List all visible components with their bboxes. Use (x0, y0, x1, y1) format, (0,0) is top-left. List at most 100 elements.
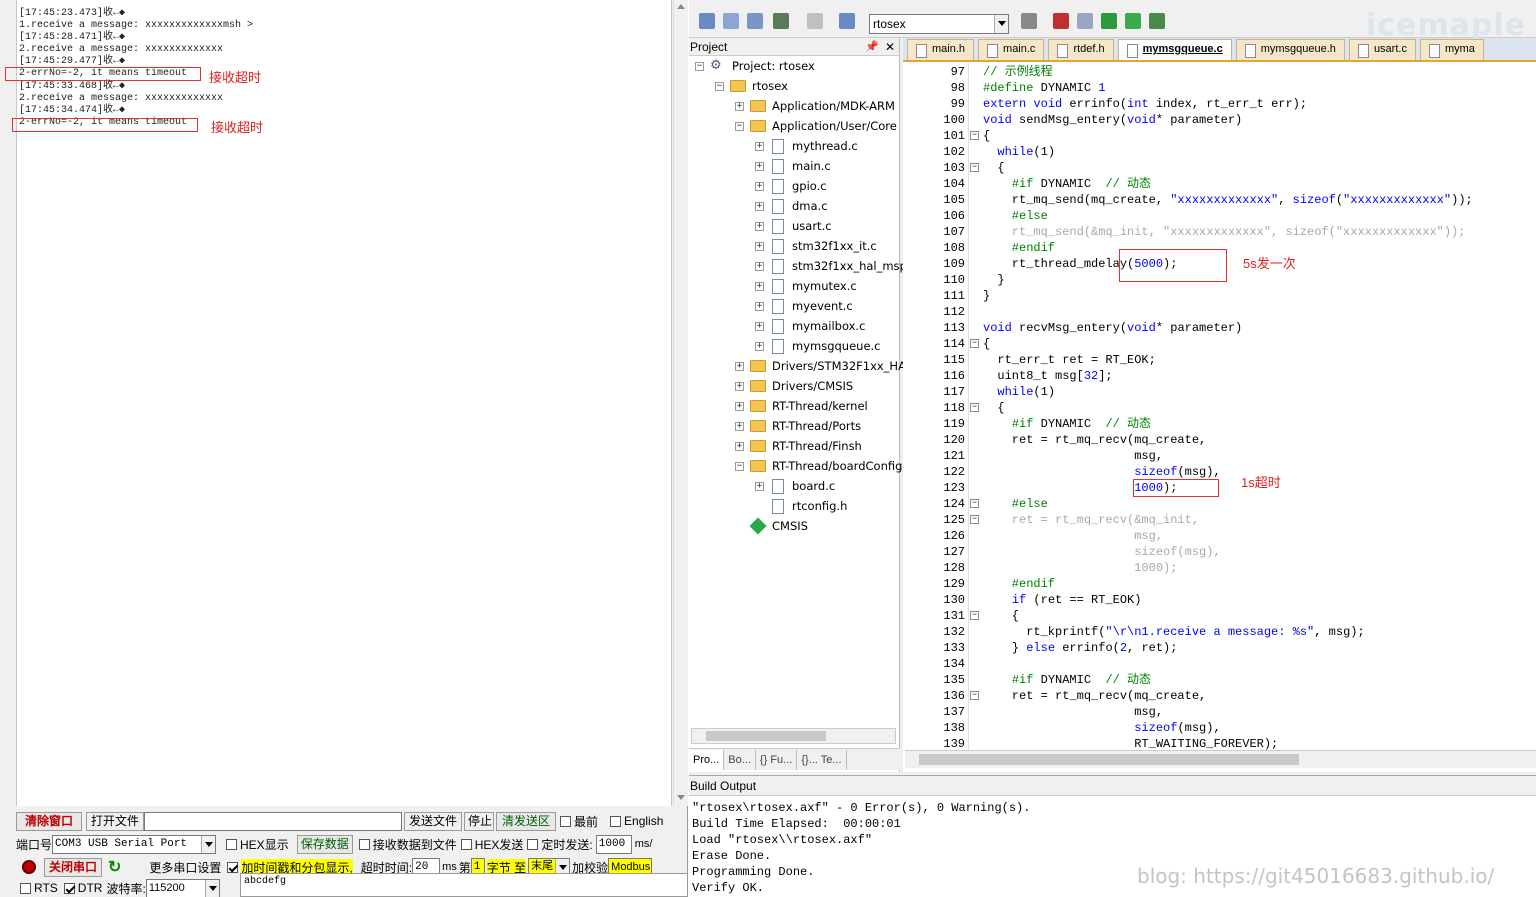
code-line[interactable]: 124− #else (903, 496, 1536, 512)
tree-item[interactable]: + main.c (755, 156, 831, 176)
code-line[interactable]: 125− ret = rt_mq_recv(&mq_init, (903, 512, 1536, 528)
code-line[interactable]: 122 sizeof(msg), (903, 464, 1536, 480)
hex-send-checkbox[interactable] (460, 838, 472, 850)
code-line[interactable]: 131− { (903, 608, 1536, 624)
expand-icon[interactable]: + (735, 101, 744, 111)
code-line[interactable]: 103− { (903, 160, 1536, 176)
open-file-button[interactable]: 打开文件 (86, 811, 144, 831)
collapse-icon[interactable]: − (735, 461, 744, 471)
timed-send-interval-input[interactable]: 1000 (595, 834, 632, 854)
code-line[interactable]: 118− { (903, 400, 1536, 416)
select-packs-icon[interactable] (1149, 13, 1165, 29)
tree-item[interactable]: + Application/MDK-ARM (735, 96, 895, 116)
editor-tab[interactable]: main.c (978, 39, 1045, 60)
hex-display-checkbox[interactable] (226, 838, 238, 850)
clear-send-button[interactable]: 清发送区 (496, 811, 556, 831)
run-time-env-icon[interactable] (1125, 13, 1141, 29)
close-port-button[interactable]: 关闭串口 (44, 857, 102, 877)
tree-item[interactable]: + RT-Thread/kernel (735, 396, 868, 416)
code-line[interactable]: 107 rt_mq_send(&mq_init, "xxxxxxxxxxxxx"… (903, 224, 1536, 240)
code-line[interactable]: 121 msg, (903, 448, 1536, 464)
tab-functions[interactable]: {} Fu... (756, 749, 798, 770)
chevron-down-icon[interactable] (994, 15, 1008, 33)
code-line[interactable]: 127 sizeof(msg), (903, 544, 1536, 560)
recv-to-file-checkbox[interactable] (358, 838, 370, 850)
code-line[interactable]: 130 if (ret == RT_EOK) (903, 592, 1536, 608)
code-area[interactable]: 97 // 示例线程 98 #define DYNAMIC 1 99 extern voi… (903, 64, 1536, 750)
code-line[interactable]: 116 uint8_t msg[32]; (903, 368, 1536, 384)
target-options-icon[interactable] (1021, 13, 1037, 29)
tree-item[interactable]: rtconfig.h (755, 496, 847, 516)
tree-item[interactable]: + dma.c (755, 196, 828, 216)
fold-icon[interactable]: − (970, 339, 979, 348)
port-select[interactable]: COM3 USB Serial Port (52, 834, 217, 854)
code-line[interactable]: 113 void recvMsg_entery(void* parameter) (903, 320, 1536, 336)
save-data-button[interactable]: 保存数据 (296, 834, 353, 854)
fold-icon[interactable]: − (970, 611, 979, 620)
stop-button[interactable]: 停止 (464, 811, 494, 831)
tab-templates[interactable]: {}... Te... (797, 749, 847, 770)
tab-books[interactable]: Bo... (724, 749, 756, 770)
tree-item[interactable]: + mymsgqueue.c (755, 336, 881, 356)
scroll-down-icon[interactable] (677, 795, 685, 800)
pin-icon[interactable]: 📌 (865, 38, 879, 56)
code-line[interactable]: 129 #endif (903, 576, 1536, 592)
stop-build-icon[interactable] (807, 13, 823, 29)
collapse-icon[interactable]: − (695, 61, 704, 71)
expand-icon[interactable]: + (755, 221, 764, 231)
scroll-thumb[interactable] (706, 731, 826, 741)
code-line[interactable]: 101−{ (903, 128, 1536, 144)
add-timestamp-checkbox[interactable] (227, 861, 239, 873)
tree-item[interactable]: − RT-Thread/boardConfig (735, 456, 902, 476)
refresh-icon[interactable]: ↻ (108, 857, 121, 877)
tab-project[interactable]: Pro... (689, 749, 725, 770)
editor-tab[interactable]: myma (1419, 39, 1484, 60)
clear-window-button[interactable]: 清除窗口 (16, 811, 82, 831)
tree-item[interactable]: + Drivers/CMSIS (735, 376, 853, 396)
timed-send-checkbox[interactable] (527, 838, 539, 850)
collapse-icon[interactable]: − (715, 81, 724, 91)
expand-icon[interactable]: + (735, 401, 744, 411)
code-line[interactable]: 120 ret = rt_mq_recv(mq_create, (903, 432, 1536, 448)
chevron-down-icon[interactable] (204, 879, 219, 897)
build-icon[interactable] (723, 13, 739, 29)
tree-item[interactable]: + myevent.c (755, 296, 853, 316)
baud-select[interactable]: 115200 (145, 878, 220, 897)
code-line[interactable]: 105 rt_mq_send(mq_create, "xxxxxxxxxxxxx… (903, 192, 1536, 208)
code-line[interactable]: 132 rt_kprintf("\r\n1.receive a message:… (903, 624, 1536, 640)
code-line[interactable]: 123 1000); (903, 480, 1536, 496)
close-icon[interactable]: ✕ (885, 38, 895, 56)
send-file-button[interactable]: 发送文件 (404, 811, 462, 831)
editor-tab[interactable]: usart.c (1348, 39, 1416, 60)
code-line[interactable]: 111} (903, 288, 1536, 304)
code-line[interactable]: 117 while(1) (903, 384, 1536, 400)
expand-icon[interactable]: + (755, 161, 764, 171)
more-port-settings-button[interactable]: 更多串口设置 (149, 859, 221, 876)
expand-icon[interactable]: + (735, 361, 744, 371)
project-horizontal-scrollbar[interactable] (691, 728, 896, 744)
dtr-checkbox[interactable] (63, 882, 75, 894)
code-line[interactable]: 128 1000); (903, 560, 1536, 576)
tree-item[interactable]: + mymutex.c (755, 276, 857, 296)
expand-icon[interactable]: + (755, 201, 764, 211)
code-line[interactable]: 126 msg, (903, 528, 1536, 544)
fold-icon[interactable]: − (970, 515, 979, 524)
tree-item[interactable]: + usart.c (755, 216, 832, 236)
code-line[interactable]: 135 #if DYNAMIC // 动态 (903, 672, 1536, 688)
fold-icon[interactable]: − (970, 403, 979, 412)
editor-tab[interactable]: rtdef.h (1048, 39, 1114, 60)
code-line[interactable]: 119 #if DYNAMIC // 动态 (903, 416, 1536, 432)
batch-build-icon[interactable] (773, 13, 789, 29)
file-extensions-icon[interactable] (1077, 13, 1093, 29)
expand-icon[interactable]: + (735, 381, 744, 391)
tree-item[interactable]: + mythread.c (755, 136, 858, 156)
expand-icon[interactable]: + (755, 481, 764, 491)
code-line[interactable]: 112 (903, 304, 1536, 320)
expand-icon[interactable]: + (755, 301, 764, 311)
fold-icon[interactable]: − (970, 163, 979, 172)
code-line[interactable]: 97 // 示例线程 (903, 64, 1536, 80)
english-checkbox[interactable] (610, 815, 622, 827)
editor-horizontal-scrollbar[interactable] (905, 750, 1536, 768)
code-line[interactable]: 134 (903, 656, 1536, 672)
serial-vertical-scrollbar[interactable] (673, 0, 688, 806)
